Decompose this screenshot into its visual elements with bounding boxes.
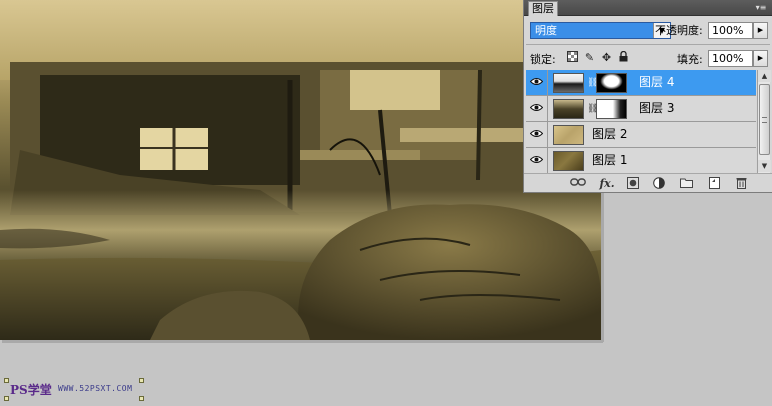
visibility-toggle[interactable]	[526, 96, 548, 121]
panel-menu-icon[interactable]: ▾≡	[754, 2, 768, 13]
visibility-toggle[interactable]	[526, 70, 548, 95]
group-folder-icon[interactable]	[679, 177, 693, 191]
trash-icon[interactable]	[734, 177, 748, 191]
watermark-corner	[4, 396, 9, 401]
watermark: PS学堂 WWW.52PSXT.COM	[4, 378, 150, 402]
eye-icon	[530, 104, 543, 111]
layer-row[interactable]: ⛓ 图层 4	[526, 70, 756, 96]
chain-link-icon[interactable]: ⛓	[587, 77, 598, 89]
layer-name[interactable]: 图层 1	[592, 153, 627, 168]
lock-all-icon[interactable]	[617, 50, 630, 64]
opacity-label: 不透明度:	[655, 24, 703, 37]
layer-name[interactable]: 图层 2	[592, 127, 627, 142]
lock-image-icon[interactable]: ✎	[583, 51, 596, 64]
layer-name[interactable]: 图层 4	[639, 75, 674, 90]
new-layer-icon[interactable]	[707, 177, 721, 191]
layer-name[interactable]: 图层 3	[639, 101, 674, 116]
visibility-toggle[interactable]	[526, 122, 548, 147]
watermark-corner	[4, 378, 9, 383]
lock-position-icon[interactable]: ✥	[600, 51, 613, 64]
divider	[526, 44, 770, 45]
link-icon[interactable]	[570, 177, 586, 191]
layers-panel: 图层 ▾≡ 明度 ▼ 不透明度: 100% ▶ 锁定: ✎ ✥ 填充: 100%…	[523, 0, 772, 193]
opacity-input[interactable]: 100%	[708, 22, 753, 39]
layer-mask-thumbnail[interactable]	[596, 73, 627, 93]
layer-row[interactable]: 图层 2	[526, 122, 756, 148]
blend-mode-select[interactable]: 明度 ▼	[530, 22, 671, 39]
blend-mode-value: 明度	[535, 24, 557, 37]
layer-mask-thumbnail[interactable]	[596, 99, 627, 119]
canvas-artwork	[0, 0, 601, 340]
layer-thumbnail[interactable]	[553, 125, 584, 145]
document-canvas[interactable]	[0, 0, 601, 340]
fx-icon[interactable]: fx.	[598, 177, 616, 191]
watermark-corner	[139, 396, 144, 401]
eye-icon	[530, 130, 543, 137]
layer-list: ⛓ 图层 4 ⛓ 图层 3 图层 2 图层 1	[526, 70, 756, 173]
adjustment-layer-icon[interactable]	[652, 177, 666, 191]
watermark-logo: PS学堂	[10, 383, 52, 397]
workspace-edge	[766, 193, 772, 406]
grip-icon	[762, 117, 767, 123]
watermark-corner	[139, 378, 144, 383]
watermark-url: WWW.52PSXT.COM	[58, 384, 133, 393]
scroll-up-icon[interactable]: ▲	[758, 70, 771, 82]
layer-thumbnail[interactable]	[553, 99, 584, 119]
fill-input[interactable]: 100%	[708, 50, 753, 67]
layer-thumbnail[interactable]	[553, 73, 584, 93]
chain-link-icon[interactable]: ⛓	[587, 103, 598, 115]
tab-layers[interactable]: 图层	[528, 1, 558, 16]
add-mask-icon[interactable]	[626, 177, 640, 191]
layer-thumbnail[interactable]	[553, 151, 584, 171]
visibility-toggle[interactable]	[526, 148, 548, 173]
fill-label: 填充:	[677, 53, 703, 66]
layer-row[interactable]: ⛓ 图层 3	[526, 96, 756, 122]
eye-icon	[530, 156, 543, 163]
layer-list-scrollbar[interactable]: ▲ ▼	[757, 70, 771, 173]
fill-slider-arrow-icon[interactable]: ▶	[753, 50, 768, 67]
lock-label: 锁定:	[530, 53, 556, 66]
scrollbar-thumb[interactable]	[759, 84, 770, 155]
panel-footer: fx.	[524, 173, 772, 192]
opacity-slider-arrow-icon[interactable]: ▶	[753, 22, 768, 39]
scroll-down-icon[interactable]: ▼	[758, 160, 771, 172]
eye-icon	[530, 78, 543, 85]
canvas-shadow	[2, 340, 603, 343]
layer-row[interactable]: 图层 1	[526, 148, 756, 173]
lock-transparent-icon[interactable]	[566, 51, 579, 64]
panel-titlebar[interactable]: 图层 ▾≡	[524, 0, 772, 16]
